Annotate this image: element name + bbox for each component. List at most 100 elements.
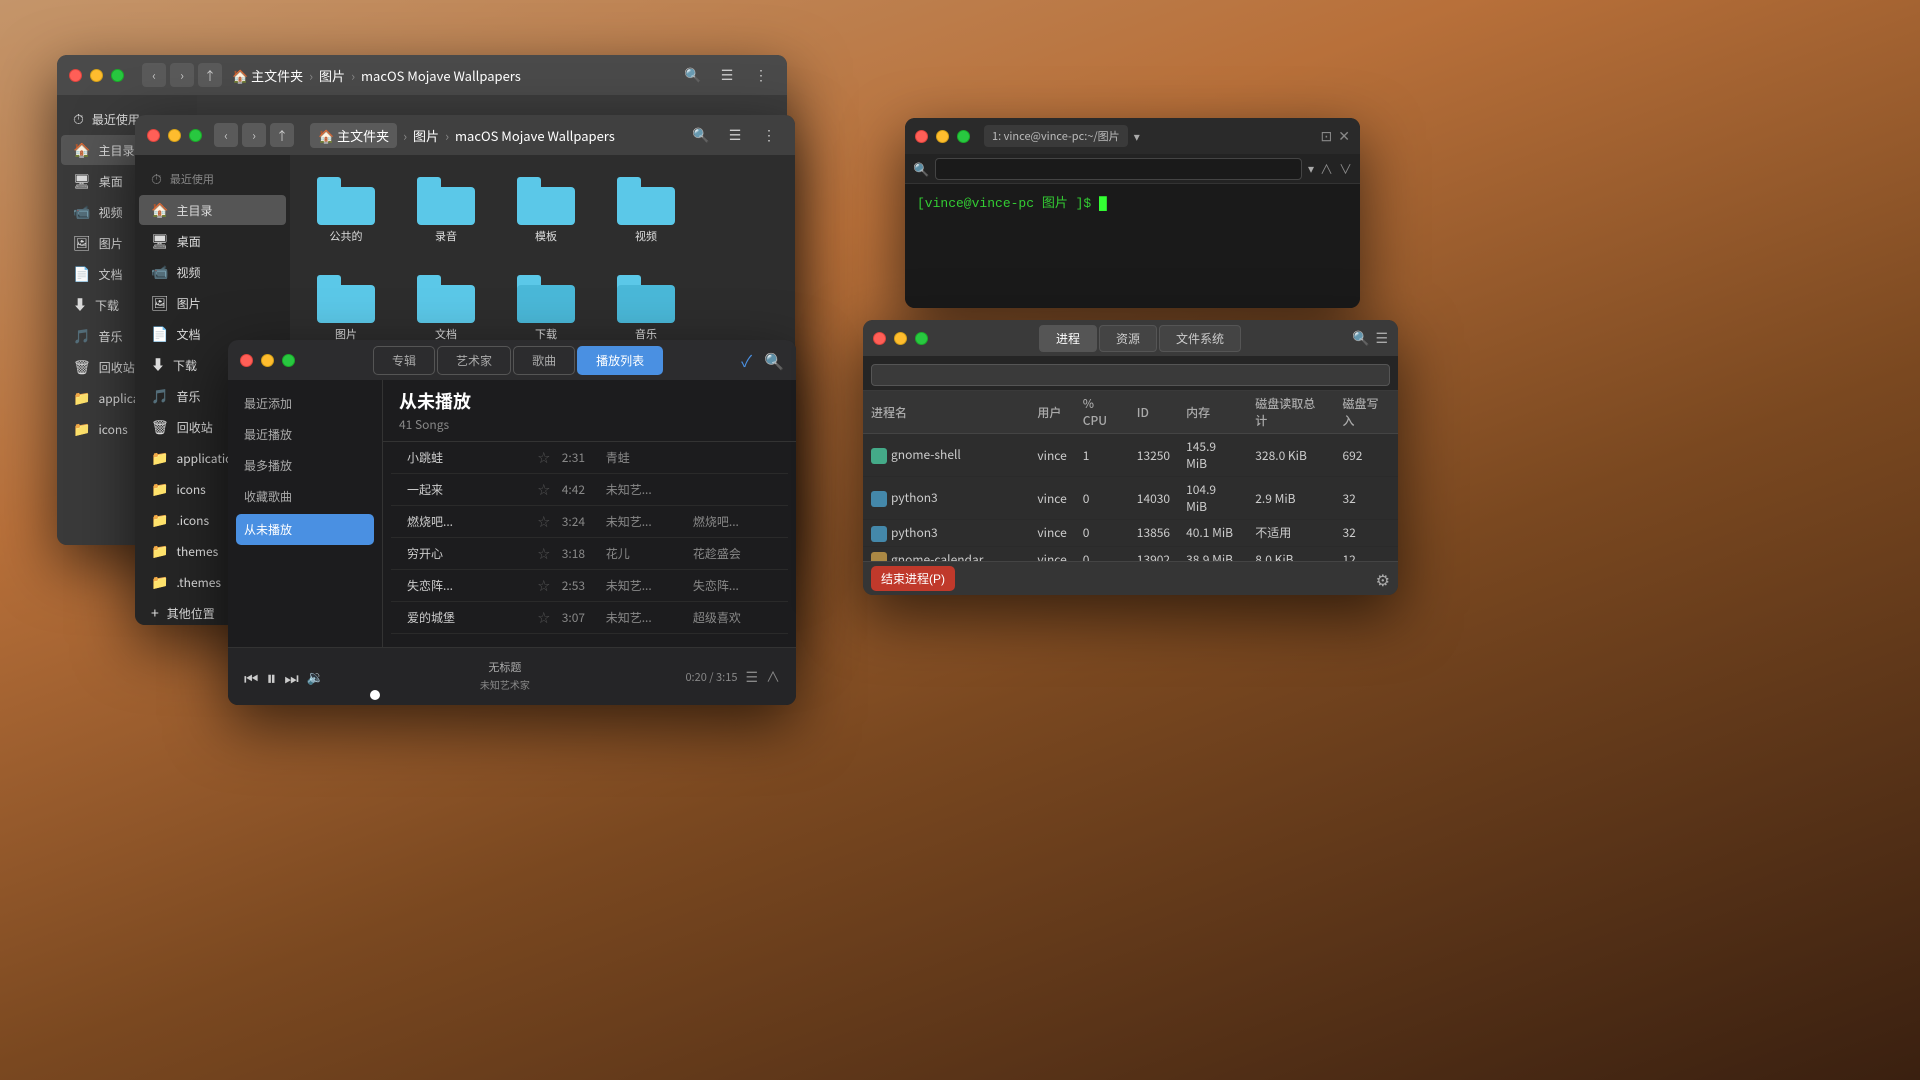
maximize-button-2[interactable] — [189, 129, 202, 142]
folder-recording-2[interactable]: 录音 — [406, 171, 486, 249]
terminal-minimize-button[interactable] — [936, 130, 949, 143]
sysmon-search-icon[interactable]: 🔍 — [1352, 328, 1369, 348]
star-icon-1[interactable]: ☆ — [538, 449, 550, 466]
queue-icon[interactable]: ☰ — [745, 667, 758, 687]
folder-templates-2[interactable]: 模板 — [506, 171, 586, 249]
sidebar-video-2[interactable]: 📹 视频 — [139, 257, 286, 287]
terminal-down-icon[interactable]: ∨ — [1339, 159, 1352, 178]
menu-icon-2[interactable]: ⋮ — [755, 121, 783, 149]
tab-artist[interactable]: 艺术家 — [437, 346, 511, 375]
sysmon-search-input[interactable] — [871, 364, 1390, 386]
pause-button[interactable]: ⏸ — [266, 662, 276, 691]
back-button-2[interactable]: ‹ — [214, 123, 238, 147]
sidebar-favorites[interactable]: 收藏歌曲 — [228, 481, 382, 512]
breadcrumb-home-2[interactable]: 🏠 主文件夹 — [310, 123, 397, 148]
music-search-icon[interactable]: 🔍 — [764, 348, 784, 372]
sysmon-maximize-button[interactable] — [915, 332, 928, 345]
sysmon-minimize-button[interactable] — [894, 332, 907, 345]
sysmon-tab-resources[interactable]: 资源 — [1099, 325, 1157, 352]
col-disk-read[interactable]: 磁盘读取总计 — [1247, 391, 1334, 434]
tab-album[interactable]: 专辑 — [373, 346, 435, 375]
volume-icon[interactable]: 🔉 — [307, 667, 324, 687]
music-maximize-button[interactable] — [282, 354, 295, 367]
terminal-dropdown-2-icon[interactable]: ▾ — [1308, 160, 1314, 177]
sidebar-home-2[interactable]: 🏠 主目录 — [139, 195, 286, 225]
sidebar-most-played[interactable]: 最多播放 — [228, 450, 382, 481]
folder-docs-2[interactable]: 文档 — [406, 269, 486, 347]
expand-icon[interactable]: ∧ — [766, 667, 780, 687]
folder-pictures-2[interactable]: 图片 — [306, 269, 386, 347]
minimize-button-1[interactable] — [90, 69, 103, 82]
col-memory[interactable]: 内存 — [1178, 391, 1247, 434]
star-icon-5[interactable]: ☆ — [538, 577, 550, 594]
sidebar-pictures-2[interactable]: 🖼 图片 — [139, 288, 286, 318]
up-button-2[interactable]: ↑ — [270, 123, 294, 147]
folder-gonggong-2[interactable]: 公共的 — [306, 171, 386, 249]
tab-songs[interactable]: 歌曲 — [513, 346, 575, 375]
terminal-close-button[interactable] — [915, 130, 928, 143]
music-minimize-button[interactable] — [261, 354, 274, 367]
view-list-icon-2[interactable]: ☰ — [721, 121, 749, 149]
back-button-1[interactable]: ‹ — [142, 63, 166, 87]
terminal-dropdown-icon[interactable]: ▾ — [1134, 128, 1140, 145]
search-icon-terminal[interactable]: 🔍 — [913, 159, 929, 178]
sysmon-tab-filesystem[interactable]: 文件系统 — [1159, 325, 1241, 352]
search-icon-2[interactable]: 🔍 — [687, 121, 715, 149]
breadcrumb-wallpapers-1[interactable]: macOS Mojave Wallpapers — [361, 66, 521, 85]
up-button-1[interactable]: ↑ — [198, 63, 222, 87]
terminal-tab-label[interactable]: 1: vince@vince-pc:~/图片 — [984, 125, 1128, 147]
forward-button-1[interactable]: › — [170, 63, 194, 87]
col-cpu[interactable]: % CPU — [1075, 391, 1129, 434]
minimize-button-2[interactable] — [168, 129, 181, 142]
breadcrumb-pictures-1[interactable]: 图片 — [319, 66, 345, 85]
star-icon-6[interactable]: ☆ — [538, 609, 550, 626]
view-list-icon-1[interactable]: ☰ — [713, 61, 741, 89]
breadcrumb-wallpapers-2[interactable]: macOS Mojave Wallpapers — [455, 126, 615, 145]
folder-video-2[interactable]: 视频 — [606, 171, 686, 249]
close-button-1[interactable] — [69, 69, 82, 82]
track-5[interactable]: 失恋阵... ☆ 2:53 未知艺... 失恋阵... — [391, 570, 788, 602]
sidebar-recent-added[interactable]: 最近添加 — [228, 388, 382, 419]
sysmon-menu-icon[interactable]: ☰ — [1375, 328, 1388, 348]
close-button-2[interactable] — [147, 129, 160, 142]
terminal-resize-icon[interactable]: ⊡ — [1321, 126, 1333, 146]
terminal-up-icon[interactable]: ∧ — [1320, 159, 1333, 178]
terminal-maximize-button[interactable] — [957, 130, 970, 143]
prev-button[interactable]: ⏮ — [244, 665, 258, 689]
music-close-button[interactable] — [240, 354, 253, 367]
sysmon-tab-process[interactable]: 进程 — [1039, 325, 1097, 352]
kill-process-button[interactable]: 结束进程(P) — [871, 566, 955, 591]
sidebar-never-played[interactable]: 从未播放 — [236, 514, 374, 545]
terminal-content[interactable]: [vince@vince-pc 图片 ]$ █ — [905, 184, 1360, 308]
maximize-button-1[interactable] — [111, 69, 124, 82]
folder-music-2[interactable]: 音乐 — [606, 269, 686, 347]
checkmark-icon[interactable]: ✓ — [741, 348, 752, 372]
proc-row-gnome-shell[interactable]: gnome-shell vince113250145.9 MiB328.0 Ki… — [863, 434, 1398, 477]
breadcrumb-pictures-2[interactable]: 图片 — [413, 126, 439, 145]
star-icon-3[interactable]: ☆ — [538, 513, 550, 530]
track-1[interactable]: 小跳蛙 ☆ 2:31 青蛙 — [391, 442, 788, 474]
proc-row-python3-1[interactable]: python3 vince014030104.9 MiB2.9 MiB32 — [863, 477, 1398, 520]
track-4[interactable]: 穷开心 ☆ 3:18 花儿 花趁盛会 — [391, 538, 788, 570]
tab-playlist[interactable]: 播放列表 — [577, 346, 663, 375]
star-icon-4[interactable]: ☆ — [538, 545, 550, 562]
star-icon-2[interactable]: ☆ — [538, 481, 550, 498]
track-2[interactable]: 一起来 ☆ 4:42 未知艺... — [391, 474, 788, 506]
col-user[interactable]: 用户 — [1029, 391, 1074, 434]
proc-row-python3-2[interactable]: python3 vince01385640.1 MiB不适用32 — [863, 520, 1398, 547]
settings-gear-icon[interactable]: ⚙ — [1376, 567, 1390, 591]
sysmon-close-button[interactable] — [873, 332, 886, 345]
sidebar-recent-2[interactable]: ⏱ 最近使用 — [139, 164, 286, 194]
track-6[interactable]: 爱的城堡 ☆ 3:07 未知艺... 超级喜欢 — [391, 602, 788, 634]
sidebar-recent-played[interactable]: 最近播放 — [228, 419, 382, 450]
col-disk-write[interactable]: 磁盘写入 — [1334, 391, 1398, 434]
next-button[interactable]: ⏭ — [284, 665, 298, 689]
terminal-close-x-icon[interactable]: ✕ — [1338, 126, 1350, 146]
col-id[interactable]: ID — [1129, 391, 1178, 434]
folder-downloads-2[interactable]: 下载 — [506, 269, 586, 347]
menu-icon-1[interactable]: ⋮ — [747, 61, 775, 89]
col-name[interactable]: 进程名 — [863, 391, 1029, 434]
terminal-search-input[interactable] — [935, 158, 1302, 180]
sidebar-desktop-2[interactable]: 🖥 桌面 — [139, 226, 286, 256]
track-3[interactable]: 燃烧吧... ☆ 3:24 未知艺... 燃烧吧... — [391, 506, 788, 538]
